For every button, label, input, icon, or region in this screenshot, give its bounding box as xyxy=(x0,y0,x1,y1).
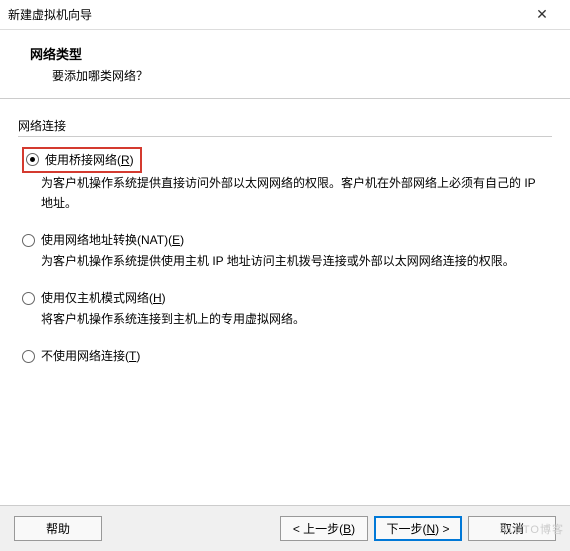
help-button[interactable]: 帮助 xyxy=(14,516,102,541)
back-button[interactable]: < 上一步(B) xyxy=(280,516,368,541)
option-none-label[interactable]: 不使用网络连接(T) xyxy=(41,347,140,365)
highlight-box: 使用桥接网络(R) xyxy=(22,147,142,173)
page-subtitle: 要添加哪类网络？ xyxy=(52,67,558,84)
window-title: 新建虚拟机向导 xyxy=(8,6,522,23)
option-bridged-label[interactable]: 使用桥接网络(R) xyxy=(45,151,134,169)
radio-bridged[interactable] xyxy=(26,153,39,166)
close-icon: ✕ xyxy=(536,6,548,23)
option-none: 不使用网络连接(T) xyxy=(22,347,548,365)
option-hostonly-label[interactable]: 使用仅主机模式网络(H) xyxy=(41,289,166,307)
option-bridged: 使用桥接网络(R) 为客户机操作系统提供直接访问外部以太网网络的权限。客户机在外… xyxy=(22,147,548,213)
cancel-button[interactable]: 取消 xyxy=(468,516,556,541)
titlebar: 新建虚拟机向导 ✕ xyxy=(0,0,570,30)
radio-hostonly[interactable] xyxy=(22,292,35,305)
group-label: 网络连接 xyxy=(18,117,70,134)
option-hostonly: 使用仅主机模式网络(H) 将客户机操作系统连接到主机上的专用虚拟网络。 xyxy=(22,289,548,329)
radio-nat[interactable] xyxy=(22,234,35,247)
option-hostonly-desc: 将客户机操作系统连接到主机上的专用虚拟网络。 xyxy=(41,309,548,329)
radio-none[interactable] xyxy=(22,350,35,363)
close-button[interactable]: ✕ xyxy=(522,1,562,29)
wizard-header: 网络类型 要添加哪类网络？ xyxy=(0,30,570,99)
content-area: 网络连接 使用桥接网络(R) 为客户机操作系统提供直接访问外部以太网网络的权限。… xyxy=(0,99,570,371)
page-title: 网络类型 xyxy=(30,44,558,63)
footer: 帮助 < 上一步(B) 下一步(N) > 取消 xyxy=(0,505,570,551)
option-bridged-desc: 为客户机操作系统提供直接访问外部以太网网络的权限。客户机在外部网络上必须有自己的… xyxy=(41,173,548,213)
network-group: 使用桥接网络(R) 为客户机操作系统提供直接访问外部以太网网络的权限。客户机在外… xyxy=(18,136,552,371)
next-button[interactable]: 下一步(N) > xyxy=(374,516,462,541)
option-nat: 使用网络地址转换(NAT)(E) 为客户机操作系统提供使用主机 IP 地址访问主… xyxy=(22,231,548,271)
option-nat-desc: 为客户机操作系统提供使用主机 IP 地址访问主机拨号连接或外部以太网网络连接的权… xyxy=(41,251,548,271)
option-nat-label[interactable]: 使用网络地址转换(NAT)(E) xyxy=(41,231,184,249)
